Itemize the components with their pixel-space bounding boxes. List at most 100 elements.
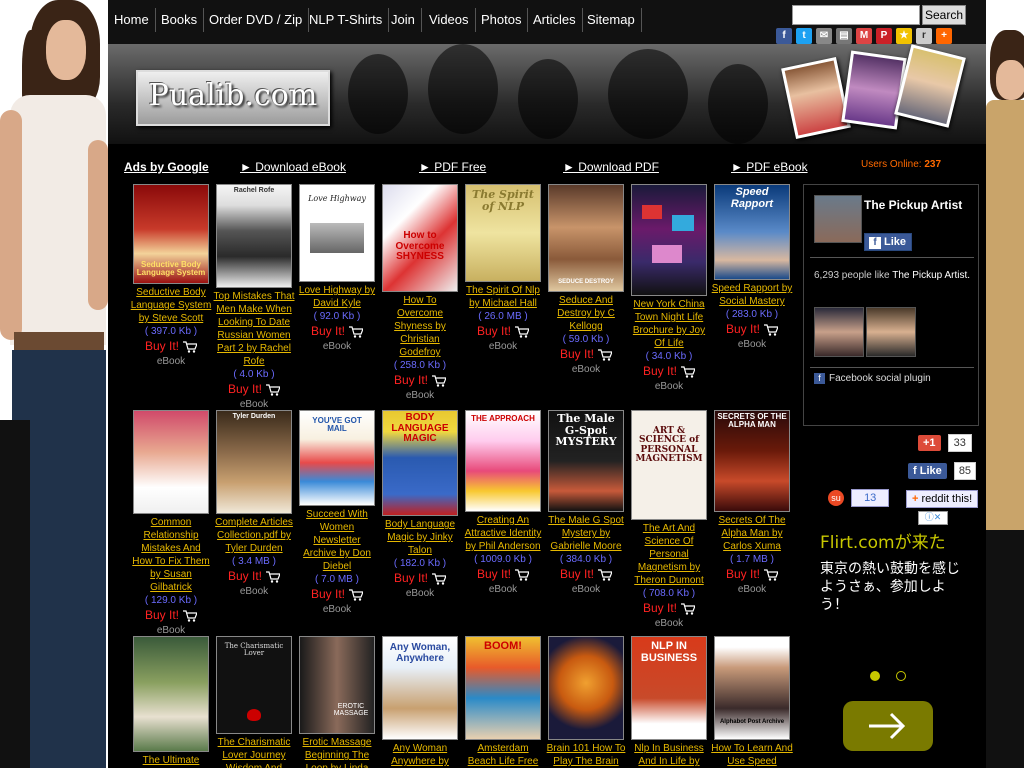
- buy-button[interactable]: Buy It!: [711, 321, 793, 338]
- fb-page-name[interactable]: The Pickup Artist: [864, 197, 974, 213]
- nav-order-dvd[interactable]: Order DVD / Zip: [203, 8, 310, 32]
- nav-home[interactable]: Home: [108, 8, 156, 32]
- book-title-link[interactable]: How To Overcome Shyness by Christian God…: [379, 294, 461, 359]
- book-title-link[interactable]: Succeed With Women Newsletter Archive by…: [296, 508, 378, 573]
- book-title-link[interactable]: Brain 101 How To Play The Brain: [545, 742, 627, 768]
- more-share-icon[interactable]: +: [936, 28, 952, 44]
- book-title-link[interactable]: The Art And Science Of Personal Magnetis…: [628, 522, 710, 587]
- buy-button[interactable]: Buy It!: [130, 607, 212, 624]
- book-cover[interactable]: Love Highway: [299, 184, 375, 282]
- fb-like-button[interactable]: f Like: [864, 233, 912, 251]
- book-title-link[interactable]: Amsterdam Beach Life Free: [462, 742, 544, 768]
- book-title-link[interactable]: Creating An Attractive Identity by Phil …: [462, 514, 544, 553]
- book-cover[interactable]: Alphabot Post Archive: [714, 636, 790, 740]
- book-title-link[interactable]: Speed Rapport by Social Mastery: [711, 282, 793, 308]
- site-logo[interactable]: Pualib.com: [136, 70, 330, 126]
- book-cover[interactable]: Any Woman, Anywhere: [382, 636, 458, 740]
- book-title-link[interactable]: New York China Town Night Life Brochure …: [628, 298, 710, 350]
- nav-videos[interactable]: Videos: [423, 8, 476, 32]
- buy-button[interactable]: Buy It!: [130, 338, 212, 355]
- book-cover[interactable]: THE APPROACH: [465, 410, 541, 512]
- reddit-button[interactable]: + reddit this!: [906, 490, 979, 508]
- nav-photos[interactable]: Photos: [475, 8, 529, 32]
- book-cover[interactable]: EROTIC MASSAGE: [299, 636, 375, 734]
- buy-button[interactable]: Buy It!: [628, 600, 710, 617]
- book-title-link[interactable]: Common Relationship Mistakes And How To …: [130, 516, 212, 594]
- book-cover[interactable]: The Spirit of NLP: [465, 184, 541, 282]
- buy-button[interactable]: Buy It!: [379, 372, 461, 389]
- book-cover[interactable]: BODY LANGUAGE MAGIC: [382, 410, 458, 516]
- twitter-icon[interactable]: t: [796, 28, 812, 44]
- book-title-link[interactable]: Top Mistakes That Men Make When Looking …: [213, 290, 295, 368]
- email-icon[interactable]: ✉: [816, 28, 832, 44]
- flirt-ad[interactable]: Flirt.comが来た 東京の熱い鼓動を感じようさぁ、参加しよう！: [820, 511, 960, 671]
- search-input[interactable]: [792, 5, 920, 25]
- book-cover[interactable]: [133, 636, 209, 752]
- buy-button[interactable]: Buy It!: [213, 568, 295, 585]
- fb-like-share-button[interactable]: f Like 85: [908, 462, 977, 480]
- book-cover[interactable]: How to Overcome SHYNESS: [382, 184, 458, 292]
- ad-link-pdf-ebook[interactable]: ► PDF eBook: [731, 160, 808, 174]
- book-cover[interactable]: BOOM!: [465, 636, 541, 740]
- ad-carousel-dot[interactable]: [896, 671, 906, 681]
- book-cover[interactable]: The Male G-Spot MYSTERY: [548, 410, 624, 512]
- facebook-icon[interactable]: f: [776, 28, 792, 44]
- book-cover[interactable]: Seductive Body Language System: [133, 184, 209, 284]
- book-cover[interactable]: NLP IN BUSINESS: [631, 636, 707, 740]
- buy-button[interactable]: Buy It!: [462, 323, 544, 340]
- book-cover[interactable]: Tyler Durden: [216, 410, 292, 514]
- fb-fan-avatar[interactable]: [814, 307, 864, 357]
- fb-social-plugin[interactable]: f Facebook social plugin: [814, 373, 931, 384]
- book-cover[interactable]: YOU'VE GOT MAIL: [299, 410, 375, 506]
- buy-button[interactable]: Buy It!: [628, 363, 710, 380]
- ad-carousel-dot-active[interactable]: [870, 671, 880, 681]
- ad-link-download-ebook[interactable]: ► Download eBook: [240, 160, 346, 174]
- nav-sitemap[interactable]: Sitemap: [581, 8, 642, 32]
- ad-next-button[interactable]: [843, 701, 933, 751]
- book-cover[interactable]: SECRETS OF THE ALPHA MAN: [714, 410, 790, 512]
- print-icon[interactable]: ▤: [836, 28, 852, 44]
- buy-button[interactable]: Buy It!: [545, 346, 627, 363]
- fb-fan-avatar[interactable]: [866, 307, 916, 357]
- book-title-link[interactable]: The Male G Spot Mystery by Gabrielle Moo…: [545, 514, 627, 553]
- nav-nlp-tshirts[interactable]: NLP T-Shirts: [303, 8, 390, 32]
- pinterest-icon[interactable]: P: [876, 28, 892, 44]
- ad-link-pdf-free[interactable]: ► PDF Free: [419, 160, 486, 174]
- gmail-icon[interactable]: M: [856, 28, 872, 44]
- book-title-link[interactable]: Complete Articles Collection.pdf by Tyle…: [213, 516, 295, 555]
- nav-join[interactable]: Join: [385, 8, 422, 32]
- search-button[interactable]: Search: [922, 5, 966, 25]
- buy-button[interactable]: Buy It!: [462, 566, 544, 583]
- stumbleupon-button[interactable]: su 13: [828, 489, 890, 507]
- book-title-link[interactable]: Nlp In Business And In Life by: [628, 742, 710, 768]
- buy-button[interactable]: Buy It!: [213, 381, 295, 398]
- buy-button[interactable]: Buy It!: [711, 566, 793, 583]
- buy-button[interactable]: Buy It!: [545, 566, 627, 583]
- book-cover[interactable]: Rachel Rofe: [216, 184, 292, 288]
- book-title-link[interactable]: The Ultimate: [130, 754, 212, 767]
- book-cover[interactable]: SEDUCE DESTROY: [548, 184, 624, 292]
- fb-page-thumbnail[interactable]: [814, 195, 862, 243]
- ads-by-google-label[interactable]: Ads by Google: [124, 160, 209, 174]
- book-title-link[interactable]: The Charismatic Lover Journey Wisdom And: [213, 736, 295, 768]
- gplus-button[interactable]: +1 33: [918, 434, 972, 452]
- book-cover[interactable]: [133, 410, 209, 514]
- book-cover[interactable]: ART & SCIENCE of PERSONAL MAGNETISM: [631, 410, 707, 520]
- buy-button[interactable]: Buy It!: [296, 323, 378, 340]
- book-cover[interactable]: Speed Rapport: [714, 184, 790, 280]
- nav-articles[interactable]: Articles: [527, 8, 583, 32]
- favorites-icon[interactable]: ★: [896, 28, 912, 44]
- book-title-link[interactable]: How To Learn And Use Speed: [711, 742, 793, 768]
- book-title-link[interactable]: Erotic Massage Beginning The Loop by Lin…: [296, 736, 378, 768]
- buy-button[interactable]: Buy It!: [296, 586, 378, 603]
- book-title-link[interactable]: Body Language Magic by Jinky Talon: [379, 518, 461, 557]
- buy-button[interactable]: Buy It!: [379, 570, 461, 587]
- ad-link-download-pdf[interactable]: ► Download PDF: [563, 160, 659, 174]
- reddit-icon[interactable]: r: [916, 28, 932, 44]
- book-cover[interactable]: [631, 184, 707, 296]
- book-title-link[interactable]: Seduce And Destroy by C Kellogg: [545, 294, 627, 333]
- book-title-link[interactable]: Love Highway by David Kyle: [296, 284, 378, 310]
- nav-books[interactable]: Books: [155, 8, 205, 32]
- book-title-link[interactable]: Secrets Of The Alpha Man by Carlos Xuma: [711, 514, 793, 553]
- book-title-link[interactable]: Seductive Body Language System by Steve …: [130, 286, 212, 325]
